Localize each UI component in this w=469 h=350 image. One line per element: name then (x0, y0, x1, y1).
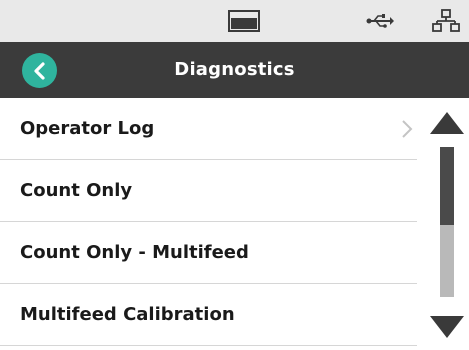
list-item-label: Operator Log (20, 118, 155, 139)
scroll-track[interactable] (440, 147, 454, 297)
scrollbar[interactable] (417, 98, 469, 350)
scroll-thumb[interactable] (440, 147, 454, 225)
usb-icon (365, 0, 395, 42)
list-item-operator-log[interactable]: Operator Log (0, 98, 417, 160)
list-item-count-only-multifeed[interactable]: Count Only - Multifeed (0, 222, 417, 284)
page-title: Diagnostics (174, 59, 295, 80)
back-button[interactable] (22, 53, 57, 88)
back-arrow-icon (33, 61, 45, 80)
display-icon (227, 0, 261, 42)
list-item-label: Count Only (20, 180, 133, 201)
list-item-multifeed-calibration[interactable]: Multifeed Calibration (0, 284, 417, 346)
list-item-label: Count Only - Multifeed (20, 242, 249, 263)
scroll-down-arrow-icon[interactable] (430, 316, 464, 342)
list-item-label: Multifeed Calibration (20, 304, 235, 325)
chevron-right-icon (401, 119, 413, 143)
network-icon (430, 0, 462, 42)
diagnostics-list: Operator Log Count Only Count Only - Mul… (0, 98, 417, 346)
status-bar (0, 0, 469, 42)
header-bar: Diagnostics (0, 42, 469, 98)
scroll-up-arrow-icon[interactable] (430, 112, 464, 138)
list-item-count-only[interactable]: Count Only (0, 160, 417, 222)
